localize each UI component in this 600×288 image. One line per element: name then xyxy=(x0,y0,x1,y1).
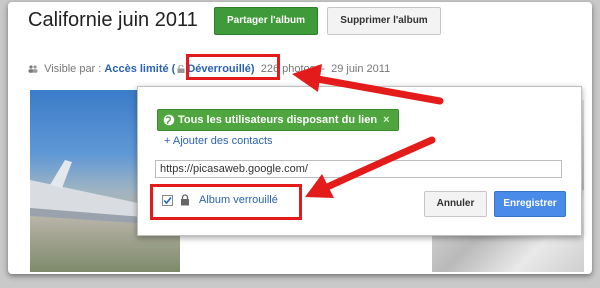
album-url-field[interactable]: https://picasaweb.google.com/ xyxy=(155,160,562,178)
unlock-icon xyxy=(177,65,185,74)
share-album-button[interactable]: Partager l'album xyxy=(214,7,318,35)
locked-checkbox[interactable] xyxy=(162,195,173,206)
link-visibility-chip[interactable]: Tous les utilisateurs disposant du lien × xyxy=(157,109,399,131)
add-contacts-link[interactable]: + Ajouter des contacts xyxy=(164,135,273,147)
save-button[interactable]: Enregistrer xyxy=(494,191,566,217)
globe-icon xyxy=(163,114,175,126)
annotation-box-unlocked xyxy=(186,54,280,80)
access-limited-link[interactable]: Accès limité xyxy=(104,63,168,75)
album-title: Californie juin 2011 xyxy=(28,9,198,31)
visible-by-label: Visible par : xyxy=(44,63,102,75)
chip-remove-icon[interactable]: × xyxy=(383,114,389,126)
lock-icon xyxy=(181,194,189,206)
people-icon xyxy=(28,65,38,73)
open-paren: ( xyxy=(171,63,176,75)
meta-separator: - xyxy=(321,63,325,75)
locked-album-label[interactable]: Album verrouillé xyxy=(199,194,278,206)
cancel-button[interactable]: Annuler xyxy=(424,191,487,217)
album-date: 29 juin 2011 xyxy=(331,63,391,75)
delete-album-button[interactable]: Supprimer l'album xyxy=(327,7,441,35)
link-chip-label: Tous les utilisateurs disposant du lien xyxy=(178,114,378,126)
